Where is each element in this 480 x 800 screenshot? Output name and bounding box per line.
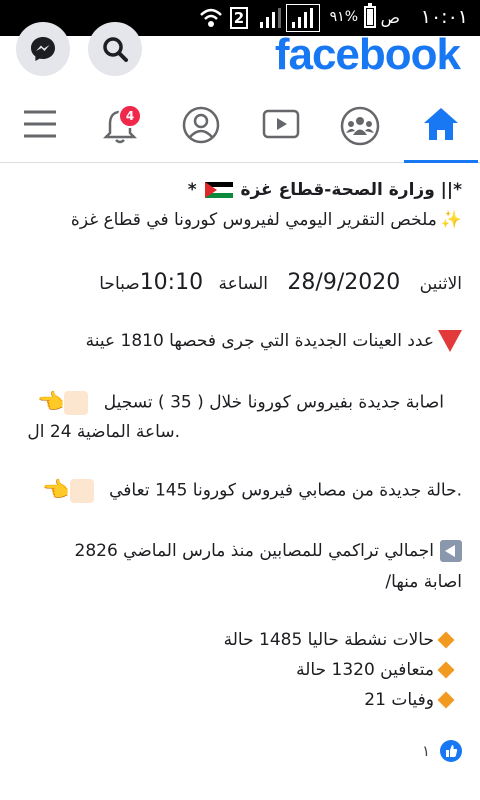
cumulative-text: اجمالي تراكمي للمصابين منذ مارس الماضي 2… bbox=[74, 541, 434, 561]
cumulative-line: اجمالي تراكمي للمصابين منذ مارس الماضي 2… bbox=[75, 540, 462, 562]
new-cases-text-2: .ساعة الماضية 24 ال bbox=[27, 422, 180, 442]
orange-diamond-icon-2 bbox=[437, 661, 455, 679]
skin-tone-icon bbox=[64, 390, 89, 415]
red-triangle-icon bbox=[438, 330, 462, 352]
wifi-icon bbox=[200, 8, 222, 27]
post-header-line: *|| وزارة الصحة-قطاع غزة * bbox=[188, 180, 462, 200]
tab-profile[interactable] bbox=[164, 90, 238, 162]
post-summary: ملخص التقرير اليومي لفيروس كورونا في قطا… bbox=[70, 210, 437, 230]
deaths-line: وفيات 21 bbox=[364, 690, 458, 710]
cumulative-line-2: اصابة منها/ bbox=[385, 572, 462, 592]
cumulative-text-2: اصابة منها/ bbox=[385, 572, 462, 592]
menu-icon bbox=[24, 110, 56, 138]
orange-diamond-icon bbox=[437, 631, 455, 649]
sparkle-icon: ✨ bbox=[440, 210, 462, 230]
samples-text: عدد العينات الجديدة التي جرى فحصها 1810 … bbox=[85, 331, 434, 351]
video-icon bbox=[262, 109, 300, 139]
search-button[interactable] bbox=[88, 22, 142, 76]
post-date-line: الاثنين 28/9/2020 الساعة 10:10صباحا bbox=[99, 270, 462, 295]
time-suffix: صباحا bbox=[99, 274, 140, 294]
signal-icon bbox=[260, 8, 281, 28]
messenger-button[interactable] bbox=[16, 22, 70, 76]
time-ampm: ص bbox=[380, 8, 400, 27]
groups-icon bbox=[340, 106, 380, 146]
pointing-hand-icon: 👈 bbox=[36, 390, 65, 415]
skin-tone-icon-2 bbox=[69, 478, 94, 503]
tab-home[interactable] bbox=[404, 90, 478, 163]
time-label: الساعة bbox=[218, 274, 269, 294]
profile-icon bbox=[182, 106, 220, 144]
battery-percent: ٩١% bbox=[329, 9, 358, 25]
active-cases-line: حالات نشطة حاليا 1485 حالة bbox=[224, 630, 458, 650]
like-count: ١ bbox=[422, 742, 431, 760]
search-icon bbox=[103, 37, 128, 62]
back-arrow-icon bbox=[440, 540, 462, 562]
recoveries-text: .حالة جديدة من مصابي فيروس كورونا 145 تع… bbox=[109, 480, 462, 501]
app-header: facebook bbox=[0, 22, 480, 86]
active-cases-text: حالات نشطة حاليا 1485 حالة bbox=[223, 630, 434, 650]
notification-badge: 4 bbox=[118, 104, 142, 128]
palestine-flag-icon bbox=[204, 182, 233, 198]
sim-indicator: 2 bbox=[230, 7, 248, 29]
samples-line: عدد العينات الجديدة التي جرى فحصها 1810 … bbox=[86, 330, 462, 352]
post-header-text: *|| وزارة الصحة-قطاع غزة bbox=[240, 180, 462, 200]
tab-watch[interactable] bbox=[244, 90, 318, 162]
new-cases-line: اصابة جديدة بفيروس كورونا خلال ( 35 ) تس… bbox=[31, 390, 444, 415]
deaths-text: وفيات 21 bbox=[364, 690, 434, 710]
reactions-summary[interactable]: ١ bbox=[408, 740, 468, 764]
tab-groups[interactable] bbox=[322, 90, 396, 162]
report-date: 28/9/2020 bbox=[287, 270, 401, 295]
messenger-icon bbox=[31, 37, 55, 61]
battery-icon bbox=[364, 3, 376, 28]
date-prefix: الاثنين bbox=[419, 274, 462, 294]
pointing-hand-icon-2: 👈 bbox=[42, 478, 70, 503]
like-icon bbox=[440, 740, 462, 762]
tab-menu[interactable] bbox=[4, 90, 78, 162]
recovered-text: متعافين 1320 حالة bbox=[296, 660, 434, 680]
recoveries-line: .حالة جديدة من مصابي فيروس كورونا 145 تع… bbox=[36, 478, 462, 503]
orange-diamond-icon-3 bbox=[437, 691, 455, 709]
signal-icon-2 bbox=[286, 4, 320, 32]
tab-notifications[interactable]: 4 bbox=[84, 90, 158, 162]
report-time: 10:10 bbox=[139, 270, 204, 295]
nav-tabs: 4 bbox=[0, 90, 480, 163]
post-header-star: * bbox=[187, 180, 197, 200]
status-time: ١٠:٠١ bbox=[420, 6, 468, 28]
home-icon bbox=[424, 108, 458, 140]
post-summary-line: ✨ملخص التقرير اليومي لفيروس كورونا في قط… bbox=[71, 210, 462, 230]
new-cases-text: اصابة جديدة بفيروس كورونا خلال ( 35 ) تس… bbox=[103, 392, 444, 413]
facebook-logo[interactable]: facebook bbox=[275, 30, 461, 80]
new-cases-line-2: .ساعة الماضية 24 ال bbox=[27, 422, 180, 442]
recovered-line: متعافين 1320 حالة bbox=[296, 660, 458, 680]
